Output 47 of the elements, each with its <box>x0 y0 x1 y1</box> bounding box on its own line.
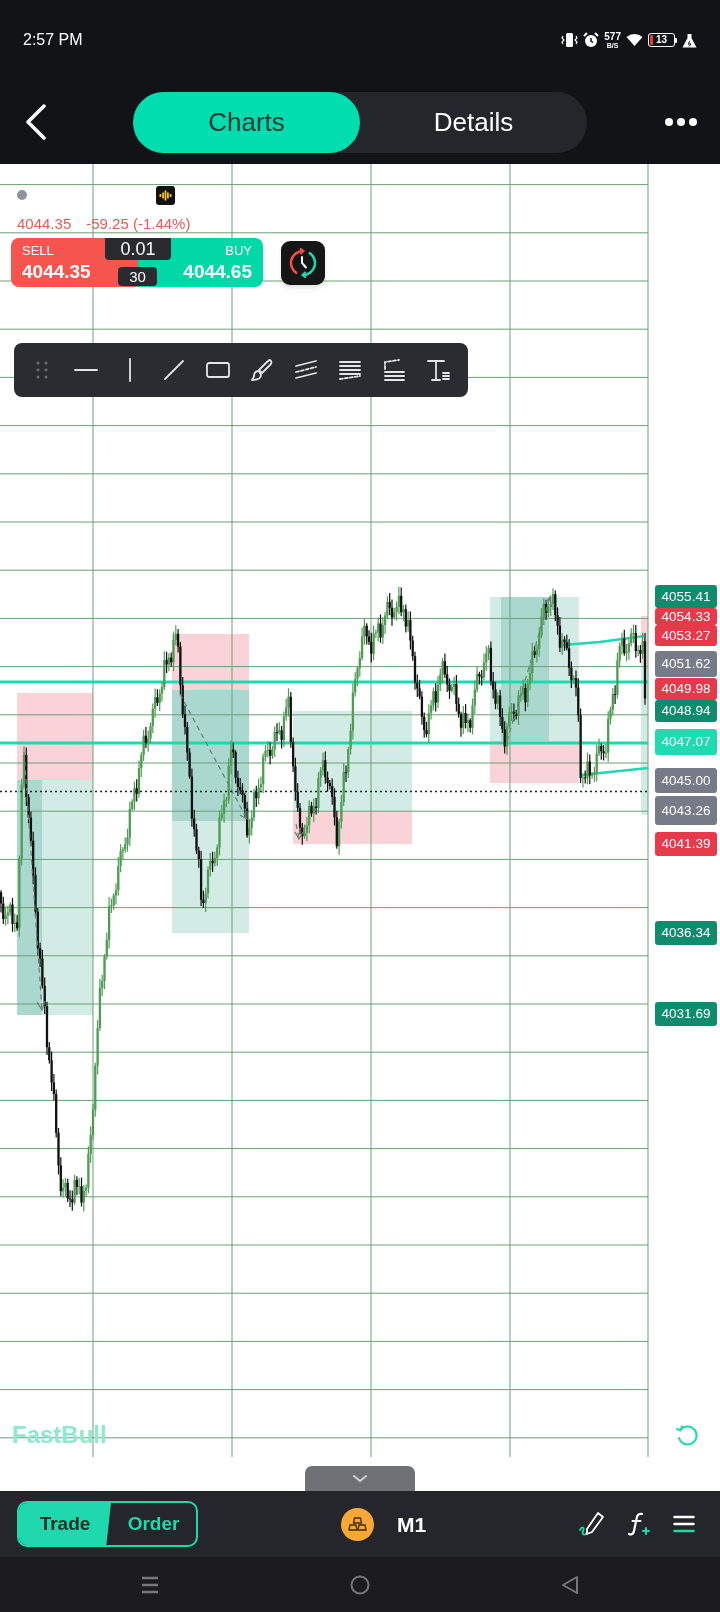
clock-arrows-icon <box>288 247 318 278</box>
ingot-stack-icon[interactable] <box>341 1507 374 1541</box>
brush-icon[interactable] <box>249 357 275 383</box>
function-icon[interactable] <box>627 1511 650 1537</box>
price-label: 4047.07 <box>655 729 717 755</box>
tab[interactable]: Details <box>360 91 587 153</box>
flask-icon <box>682 32 697 48</box>
diagonal-line-icon[interactable] <box>161 357 187 383</box>
price-label: 4043.26 <box>655 796 717 825</box>
wifi-icon <box>626 33 643 47</box>
status-time: 2:57 PM <box>23 30 83 50</box>
back-icon[interactable] <box>25 104 47 140</box>
price-label: 4053.27 <box>655 625 717 646</box>
mode-tab[interactable]: Order <box>111 1503 196 1545</box>
battery-percentage: 13 <box>655 35 668 45</box>
tab[interactable]: Charts <box>133 91 360 153</box>
lot-size-button[interactable]: 0.01 <box>105 238 171 260</box>
price-label: 4048.94 <box>655 700 717 722</box>
timeframe-button[interactable]: M1 <box>397 1513 427 1535</box>
vibrate-icon <box>561 32 579 48</box>
price-label: 4055.41 <box>655 585 717 608</box>
network-speed: 577 <box>604 31 621 42</box>
price-label: 4036.34 <box>655 921 717 945</box>
pen-squiggle-icon[interactable] <box>578 1511 604 1537</box>
quote-price: 4044.35 <box>17 215 72 231</box>
dot-icon <box>17 190 27 200</box>
price-label: 4031.69 <box>655 1002 717 1026</box>
quick-trade-button[interactable] <box>281 240 325 285</box>
price-label: 4051.62 <box>655 651 717 677</box>
more-icon[interactable] <box>665 118 697 126</box>
price-label: 4041.39 <box>655 832 717 856</box>
alarm-icon <box>583 32 600 48</box>
price-label: 4049.98 <box>655 678 717 700</box>
trend-line <box>579 766 649 777</box>
quote-change: -59.25 (-1.44%) <box>86 215 191 231</box>
menu-icon[interactable] <box>673 1514 695 1534</box>
spread-value: 30 <box>118 267 157 286</box>
mode-tab[interactable]: Trade <box>19 1503 111 1545</box>
dashed-arrow <box>294 823 304 841</box>
chevron-down-icon <box>352 1474 368 1483</box>
stepped-lines-icon[interactable] <box>381 357 407 383</box>
audio-bars-icon[interactable] <box>156 185 175 205</box>
price-label: 4054.33 <box>655 608 717 625</box>
text-tool-icon[interactable] <box>425 357 451 383</box>
home-icon[interactable] <box>350 1574 370 1595</box>
recent-apps-icon[interactable] <box>140 1574 160 1595</box>
price-label: 4045.00 <box>655 768 717 793</box>
